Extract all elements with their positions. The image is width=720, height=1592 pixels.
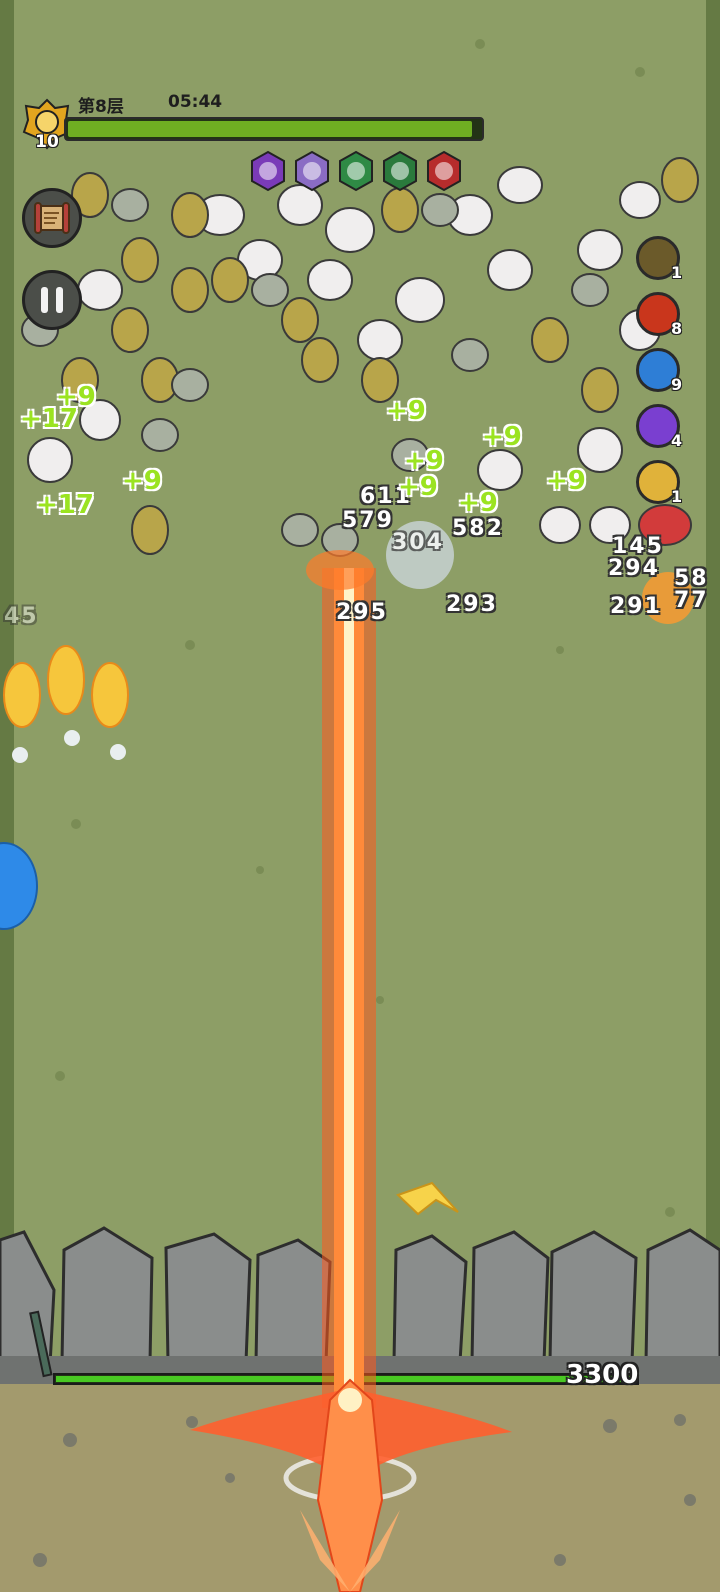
heal-number: +9 <box>546 466 586 496</box>
damage-number: 77 <box>674 588 709 613</box>
heal-number: +9 <box>122 466 162 496</box>
damage-number: 45 <box>4 604 39 629</box>
quest-scroll-button[interactable] <box>22 188 82 248</box>
red-flame-icon[interactable] <box>425 150 463 192</box>
stage-progress-bar <box>64 117 484 141</box>
stage-timer: 05:44 <box>168 92 223 112</box>
heal-number: +9 <box>398 472 438 502</box>
pause-button[interactable] <box>22 270 82 330</box>
heal-number: +17 <box>36 490 94 520</box>
lightning-icon[interactable]: 4 <box>636 404 683 450</box>
swirl-icon[interactable] <box>293 150 331 192</box>
ghost-icon[interactable]: 9 <box>636 348 683 394</box>
heal-number: +17 <box>20 404 78 434</box>
damage-number: 295 <box>336 600 388 625</box>
damage-number: 304 <box>392 530 444 555</box>
power-fist-icon[interactable] <box>249 150 287 192</box>
power-count: 4 <box>671 431 683 450</box>
heal-number: +9 <box>386 396 426 426</box>
scroll-icon <box>34 202 70 234</box>
battlefield-background <box>0 0 720 1592</box>
green-sprout-icon[interactable] <box>381 150 419 192</box>
damage-number: 294 <box>608 556 660 581</box>
power-count: 1 <box>671 263 683 282</box>
wall-hp-value: 3300 <box>566 1360 639 1390</box>
damage-number: 579 <box>342 508 394 533</box>
green-vortex-icon[interactable] <box>337 150 375 192</box>
power-count: 8 <box>671 319 683 338</box>
heal-number: +9 <box>482 422 522 452</box>
damage-number: 293 <box>446 592 498 617</box>
game-stage[interactable]: 10 第8层 05:44 18941 611 579 304 582 295 2… <box>0 0 720 1592</box>
power-count: 1 <box>671 487 683 506</box>
bow-icon[interactable]: 1 <box>636 236 683 282</box>
pie-icon[interactable]: 1 <box>636 460 683 506</box>
heal-number: +9 <box>458 488 498 518</box>
power-count: 9 <box>671 375 683 394</box>
stage-progress-fill <box>68 121 472 137</box>
damage-number: 291 <box>610 594 662 619</box>
damage-number: 582 <box>452 516 504 541</box>
fire-sword-icon[interactable]: 8 <box>636 292 683 338</box>
pause-icon <box>41 287 48 313</box>
stage-label: 第8层 <box>78 97 124 117</box>
